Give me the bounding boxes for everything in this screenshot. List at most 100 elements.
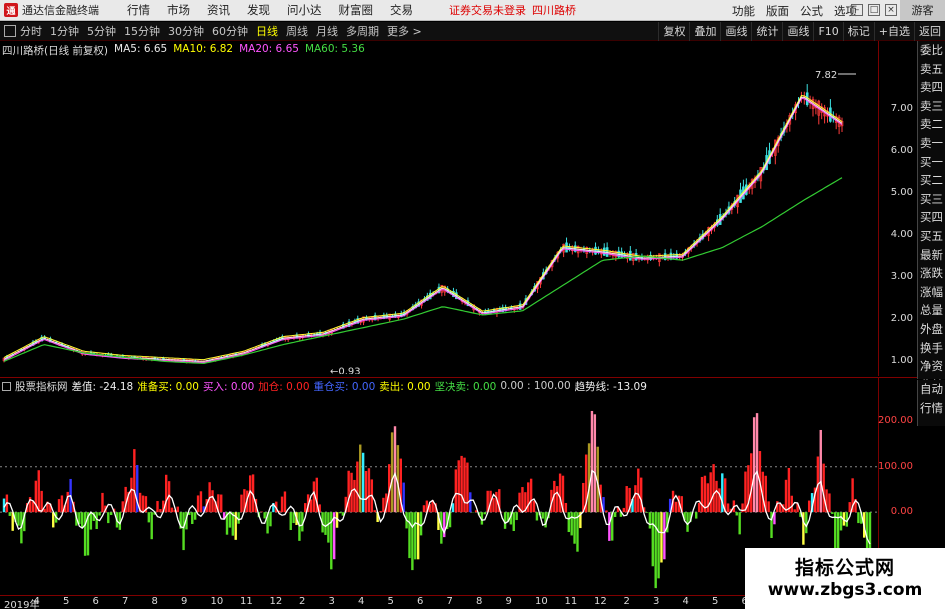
period-5min[interactable]: 5分钟 bbox=[87, 23, 116, 39]
indicator-name[interactable]: 股票指标网 bbox=[15, 379, 68, 394]
menu-item-news[interactable]: 资讯 bbox=[207, 2, 230, 18]
indicator-bar bbox=[260, 511, 263, 513]
side-tab-bid1[interactable]: 买一 bbox=[918, 153, 945, 172]
indicator-bar bbox=[83, 512, 87, 556]
side-tab-ask4[interactable]: 卖四 bbox=[918, 78, 945, 97]
indicator-bar bbox=[141, 495, 145, 513]
side-tab-commission-ratio[interactable]: 委比 bbox=[918, 41, 945, 60]
side-tab-quotes[interactable]: 行情 bbox=[918, 399, 945, 418]
date-axis-label: 12 bbox=[594, 596, 607, 607]
indicator-bar bbox=[718, 488, 721, 513]
indicator-bar bbox=[422, 505, 426, 513]
indicator-firm-sell: 坚决卖: 0.00 bbox=[434, 380, 497, 393]
side-tab-ask2[interactable]: 卖二 bbox=[918, 115, 945, 134]
indicator-bar bbox=[605, 510, 608, 513]
date-axis-label: 12 bbox=[269, 596, 283, 607]
indicator-bar bbox=[408, 512, 411, 559]
side-tab-latest[interactable]: 最新 bbox=[918, 246, 945, 265]
guest-button[interactable]: 游客 bbox=[900, 0, 945, 21]
indicator-toggle-icon[interactable] bbox=[2, 381, 11, 391]
indicator-bar bbox=[822, 463, 825, 513]
side-tab-auto[interactable]: 自动 bbox=[918, 380, 945, 399]
indicator-bar bbox=[587, 443, 591, 513]
menu-item-discover[interactable]: 发现 bbox=[247, 2, 270, 18]
indicator-bar bbox=[304, 503, 307, 513]
side-tab-net-assets[interactable]: 净资 bbox=[918, 357, 945, 376]
period-multi[interactable]: 多周期 bbox=[346, 23, 379, 39]
menu-item-formula[interactable]: 公式 bbox=[800, 3, 823, 19]
side-tab-outer[interactable]: 外盘 bbox=[918, 320, 945, 339]
menu-bar: 通 通达信金融终端 行情 市场 资讯 发现 问小达 财富圈 交易 证券交易未登录… bbox=[0, 0, 945, 21]
indicator-bar bbox=[220, 494, 223, 513]
indicator-bar bbox=[393, 426, 397, 513]
indicator-bar bbox=[309, 499, 313, 513]
draw-line-button[interactable]: 画线 bbox=[782, 22, 813, 41]
indicator-bar bbox=[280, 496, 284, 513]
login-status[interactable]: 证券交易未登录 bbox=[449, 2, 526, 18]
indicator-bar bbox=[263, 512, 266, 519]
side-tab-ask1[interactable]: 卖一 bbox=[918, 134, 945, 153]
date-axis-label: 9 bbox=[505, 596, 512, 607]
indicator-bar bbox=[133, 449, 136, 513]
restore-rights-button[interactable]: 复权 bbox=[658, 22, 689, 41]
period-monthly[interactable]: 月线 bbox=[316, 23, 338, 39]
indicator-bar bbox=[43, 508, 46, 513]
side-tab-bid2[interactable]: 买二 bbox=[918, 171, 945, 190]
menu-item-trade[interactable]: 交易 bbox=[390, 2, 413, 18]
minimize-icon[interactable]: – bbox=[851, 4, 863, 16]
add-watchlist-button[interactable]: +自选 bbox=[873, 22, 914, 41]
side-tab-change[interactable]: 涨跌 bbox=[918, 264, 945, 283]
period-15min[interactable]: 15分钟 bbox=[124, 23, 160, 39]
period-60min[interactable]: 60分钟 bbox=[212, 23, 248, 39]
menu-item-wealth[interactable]: 财富圈 bbox=[339, 2, 374, 18]
menu-item-layout[interactable]: 版面 bbox=[766, 3, 789, 19]
draw-button[interactable]: 画线 bbox=[720, 22, 751, 41]
menu-item-quotes[interactable]: 行情 bbox=[127, 2, 150, 18]
indicator-bar bbox=[645, 512, 649, 513]
app-title: 通达信金融终端 bbox=[22, 4, 99, 17]
maximize-icon[interactable]: □ bbox=[868, 4, 880, 16]
indicator-bar bbox=[654, 512, 657, 589]
mark-button[interactable]: 标记 bbox=[842, 22, 874, 41]
side-tab-bid4[interactable]: 买四 bbox=[918, 208, 945, 227]
side-tab-change-pct[interactable]: 涨幅 bbox=[918, 283, 945, 302]
side-tab-bid3[interactable]: 买三 bbox=[918, 190, 945, 209]
price-axis-label: 7.00 bbox=[890, 102, 913, 114]
indicator-bar bbox=[709, 472, 712, 513]
menu-item-function[interactable]: 功能 bbox=[732, 3, 755, 19]
back-button[interactable]: 返回 bbox=[914, 22, 945, 41]
price-chart[interactable]: 7.82 ←0.93 bbox=[0, 58, 878, 374]
indicator-bar bbox=[414, 512, 417, 560]
indicator-bar bbox=[715, 480, 718, 513]
date-axis-label: 5 bbox=[712, 596, 719, 607]
stats-button[interactable]: 统计 bbox=[751, 22, 782, 41]
menu-item-ask[interactable]: 问小达 bbox=[287, 2, 322, 18]
indicator-bar bbox=[466, 462, 469, 513]
side-tab-bid5[interactable]: 买五 bbox=[918, 227, 945, 246]
period-1min[interactable]: 1分钟 bbox=[50, 23, 79, 39]
chart-name[interactable]: 四川路桥(日线 前复权) bbox=[2, 43, 108, 57]
f10-button[interactable]: F10 bbox=[813, 22, 842, 41]
period-tick[interactable]: 分时 bbox=[20, 23, 42, 39]
indicator-bar bbox=[492, 497, 495, 513]
date-axis-label: 10 bbox=[535, 596, 548, 607]
close-icon[interactable]: × bbox=[885, 4, 897, 16]
menu-item-market[interactable]: 市场 bbox=[167, 2, 190, 18]
side-tab-ask3[interactable]: 卖三 bbox=[918, 97, 945, 116]
side-tab-volume[interactable]: 总量 bbox=[918, 301, 945, 320]
period-daily[interactable]: 日线 bbox=[256, 23, 278, 39]
toolbar-grid-icon[interactable] bbox=[4, 25, 16, 37]
side-tab-ask5[interactable]: 卖五 bbox=[918, 60, 945, 79]
side-tab-turnover[interactable]: 换手 bbox=[918, 339, 945, 358]
period-30min[interactable]: 30分钟 bbox=[168, 23, 204, 39]
overlay-button[interactable]: 叠加 bbox=[689, 22, 720, 41]
period-weekly[interactable]: 周线 bbox=[286, 23, 308, 39]
ma10-value: MA10: 6.82 bbox=[173, 43, 234, 55]
indicator-bar bbox=[8, 512, 11, 516]
indicator-bar bbox=[726, 503, 730, 513]
indicator-bar bbox=[532, 500, 536, 513]
indicator-bar bbox=[697, 502, 701, 513]
period-more[interactable]: 更多 > bbox=[387, 23, 422, 39]
ma5-line bbox=[3, 96, 843, 362]
indicator-bar bbox=[109, 512, 113, 516]
